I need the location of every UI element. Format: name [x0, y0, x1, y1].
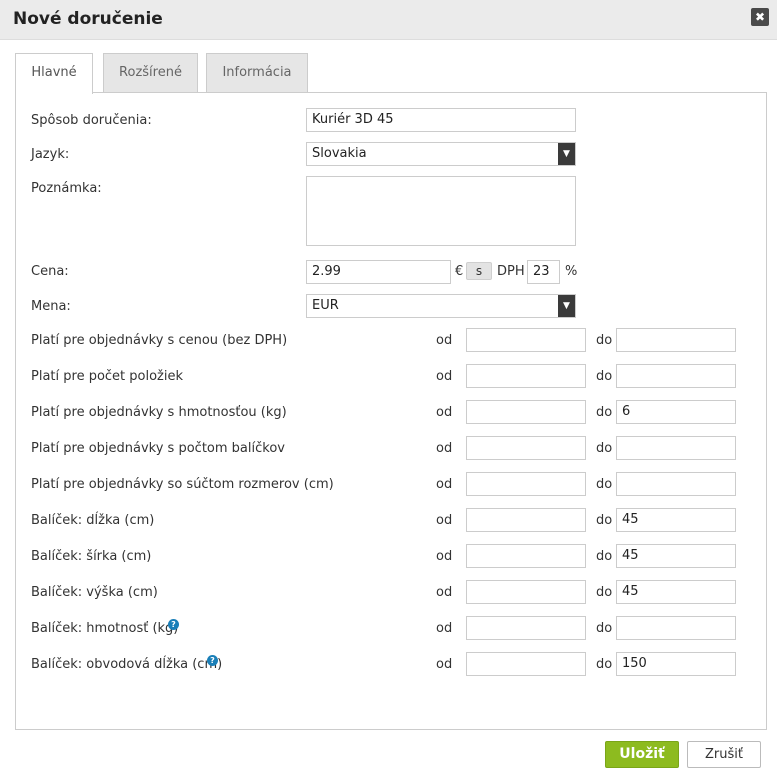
range-from-input-dimension-sum[interactable]	[466, 472, 586, 496]
range-label-package-weight: Balíček: hmotnosť (kg)	[31, 621, 179, 636]
range-to-label: do	[596, 657, 613, 672]
tab-rozsirene[interactable]: Rozšírené	[103, 53, 198, 93]
currency-label: Mena:	[31, 299, 71, 314]
range-from-input-weight[interactable]	[466, 400, 586, 424]
range-from-label: od	[436, 333, 453, 348]
cancel-button[interactable]: Zrušiť	[687, 741, 761, 768]
range-to-input-package-count[interactable]	[616, 436, 736, 460]
range-to-label: do	[596, 477, 613, 492]
range-to-input-girth[interactable]: 150	[616, 652, 736, 676]
range-from-input-package-count[interactable]	[466, 436, 586, 460]
range-from-input-item-count[interactable]	[466, 364, 586, 388]
vat-label: DPH	[497, 264, 525, 279]
price-label: Cena:	[31, 264, 69, 279]
range-to-input-width[interactable]: 45	[616, 544, 736, 568]
range-to-input-item-count[interactable]	[616, 364, 736, 388]
range-to-label: do	[596, 405, 613, 420]
range-to-input-height[interactable]: 45	[616, 580, 736, 604]
help-icon[interactable]: ?	[168, 619, 179, 630]
range-from-label: od	[436, 405, 453, 420]
range-to-input-length[interactable]: 45	[616, 508, 736, 532]
help-icon[interactable]: ?	[207, 655, 218, 666]
range-to-label: do	[596, 333, 613, 348]
range-to-input-weight[interactable]: 6	[616, 400, 736, 424]
range-from-label: od	[436, 621, 453, 636]
language-select[interactable]: Slovakia ▼	[306, 142, 576, 166]
range-from-label: od	[436, 657, 453, 672]
range-to-label: do	[596, 513, 613, 528]
chevron-down-icon: ▼	[558, 295, 575, 317]
euro-symbol: €	[455, 264, 464, 279]
vat-input[interactable]: 23	[527, 260, 560, 284]
range-label-width: Balíček: šírka (cm)	[31, 549, 152, 564]
language-label: Jazyk:	[31, 147, 70, 162]
range-label-height: Balíček: výška (cm)	[31, 585, 158, 600]
language-select-value: Slovakia	[312, 146, 367, 161]
note-textarea[interactable]	[306, 176, 576, 246]
close-icon[interactable]: ✖	[751, 8, 769, 26]
range-to-label: do	[596, 549, 613, 564]
currency-select[interactable]: EUR ▼	[306, 294, 576, 318]
range-from-input-width[interactable]	[466, 544, 586, 568]
range-from-input-girth[interactable]	[466, 652, 586, 676]
price-with-vat-toggle[interactable]: s	[466, 262, 492, 280]
currency-select-value: EUR	[312, 298, 339, 313]
range-from-input-length[interactable]	[466, 508, 586, 532]
range-to-label: do	[596, 441, 613, 456]
range-label-package-count: Platí pre objednávky s počtom balíčkov	[31, 441, 285, 456]
range-from-label: od	[436, 549, 453, 564]
range-to-label: do	[596, 585, 613, 600]
range-label-weight: Platí pre objednávky s hmotnosťou (kg)	[31, 405, 287, 420]
range-to-input-dimension-sum[interactable]	[616, 472, 736, 496]
range-from-input-price[interactable]	[466, 328, 586, 352]
range-label-dimension-sum: Platí pre objednávky so súčtom rozmerov …	[31, 477, 334, 492]
range-to-label: do	[596, 621, 613, 636]
price-input[interactable]: 2.99	[306, 260, 451, 284]
range-from-label: od	[436, 369, 453, 384]
range-to-input-package-weight[interactable]	[616, 616, 736, 640]
range-label-girth: Balíček: obvodová dĺžka (cm)	[31, 657, 223, 672]
range-label-price: Platí pre objednávky s cenou (bez DPH)	[31, 333, 288, 348]
note-label: Poznámka:	[31, 181, 102, 196]
chevron-down-icon: ▼	[558, 143, 575, 165]
range-from-label: od	[436, 585, 453, 600]
range-from-input-height[interactable]	[466, 580, 586, 604]
range-label-length: Balíček: dĺžka (cm)	[31, 513, 155, 528]
range-from-input-package-weight[interactable]	[466, 616, 586, 640]
percent-symbol: %	[565, 264, 578, 279]
shipping-method-input[interactable]: Kuriér 3D 45	[306, 108, 576, 132]
range-to-label: do	[596, 369, 613, 384]
tab-informacia[interactable]: Informácia	[206, 53, 308, 93]
range-to-input-price[interactable]	[616, 328, 736, 352]
save-button[interactable]: Uložiť	[605, 741, 679, 768]
dialog-title: Nové doručenie	[13, 9, 163, 29]
range-from-label: od	[436, 513, 453, 528]
shipping-method-label: Spôsob doručenia:	[31, 113, 152, 128]
range-from-label: od	[436, 441, 453, 456]
range-label-item-count: Platí pre počet položiek	[31, 369, 184, 384]
dialog-titlebar: Nové doručenie ✖	[0, 0, 777, 40]
range-from-label: od	[436, 477, 453, 492]
tab-hlavne[interactable]: Hlavné	[15, 53, 93, 94]
